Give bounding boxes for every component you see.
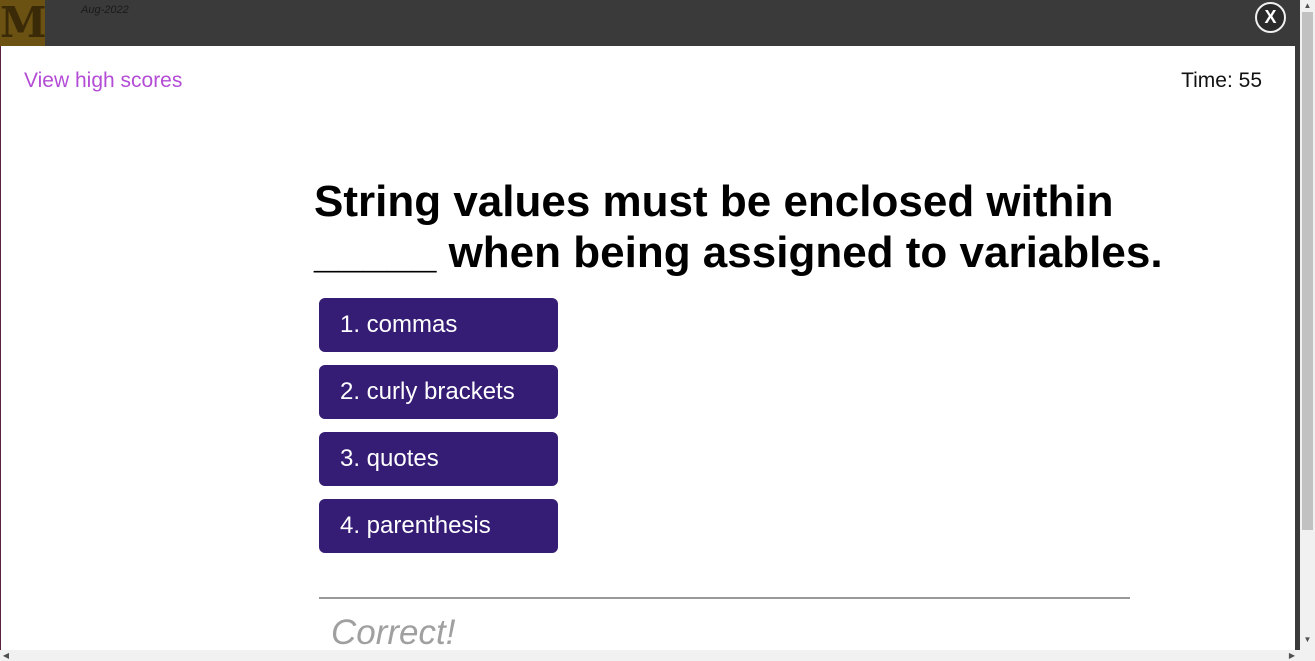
answer-button-2[interactable]: 2. curly brackets xyxy=(319,365,558,419)
scroll-up-icon[interactable]: ▲ xyxy=(1300,0,1315,12)
answer-list: 1. commas 2. curly brackets 3. quotes 4.… xyxy=(319,298,558,566)
vertical-scrollbar-thumb[interactable] xyxy=(1302,12,1313,530)
timer-value: 55 xyxy=(1238,69,1262,92)
timer-label: Time: xyxy=(1181,69,1233,92)
logo-mark: M xyxy=(0,0,47,47)
answer-button-3[interactable]: 3. quotes xyxy=(319,432,558,486)
close-button[interactable]: X xyxy=(1255,2,1286,33)
background-date: Aug-2022 xyxy=(81,4,129,16)
horizontal-scrollbar[interactable] xyxy=(0,650,1315,661)
answer-button-1[interactable]: 1. commas xyxy=(319,298,558,352)
background-page: M Aug-2022 xyxy=(0,0,1300,46)
view-high-scores-link[interactable]: View high scores xyxy=(24,69,182,93)
quiz-modal: View high scores Time: 55 String values … xyxy=(1,46,1295,650)
feedback-text: Correct! xyxy=(331,613,456,650)
scroll-down-icon[interactable]: ▼ xyxy=(1300,634,1315,646)
timer: Time: 55 xyxy=(1181,69,1262,93)
close-icon: X xyxy=(1264,7,1277,27)
scroll-right-icon[interactable]: ▶ xyxy=(1286,650,1298,661)
background-logo: M xyxy=(0,0,47,47)
question-text: String values must be enclosed within __… xyxy=(314,177,1163,277)
feedback-divider xyxy=(319,597,1130,599)
answer-button-4[interactable]: 4. parenthesis xyxy=(319,499,558,553)
scroll-left-icon[interactable]: ◀ xyxy=(0,650,12,661)
